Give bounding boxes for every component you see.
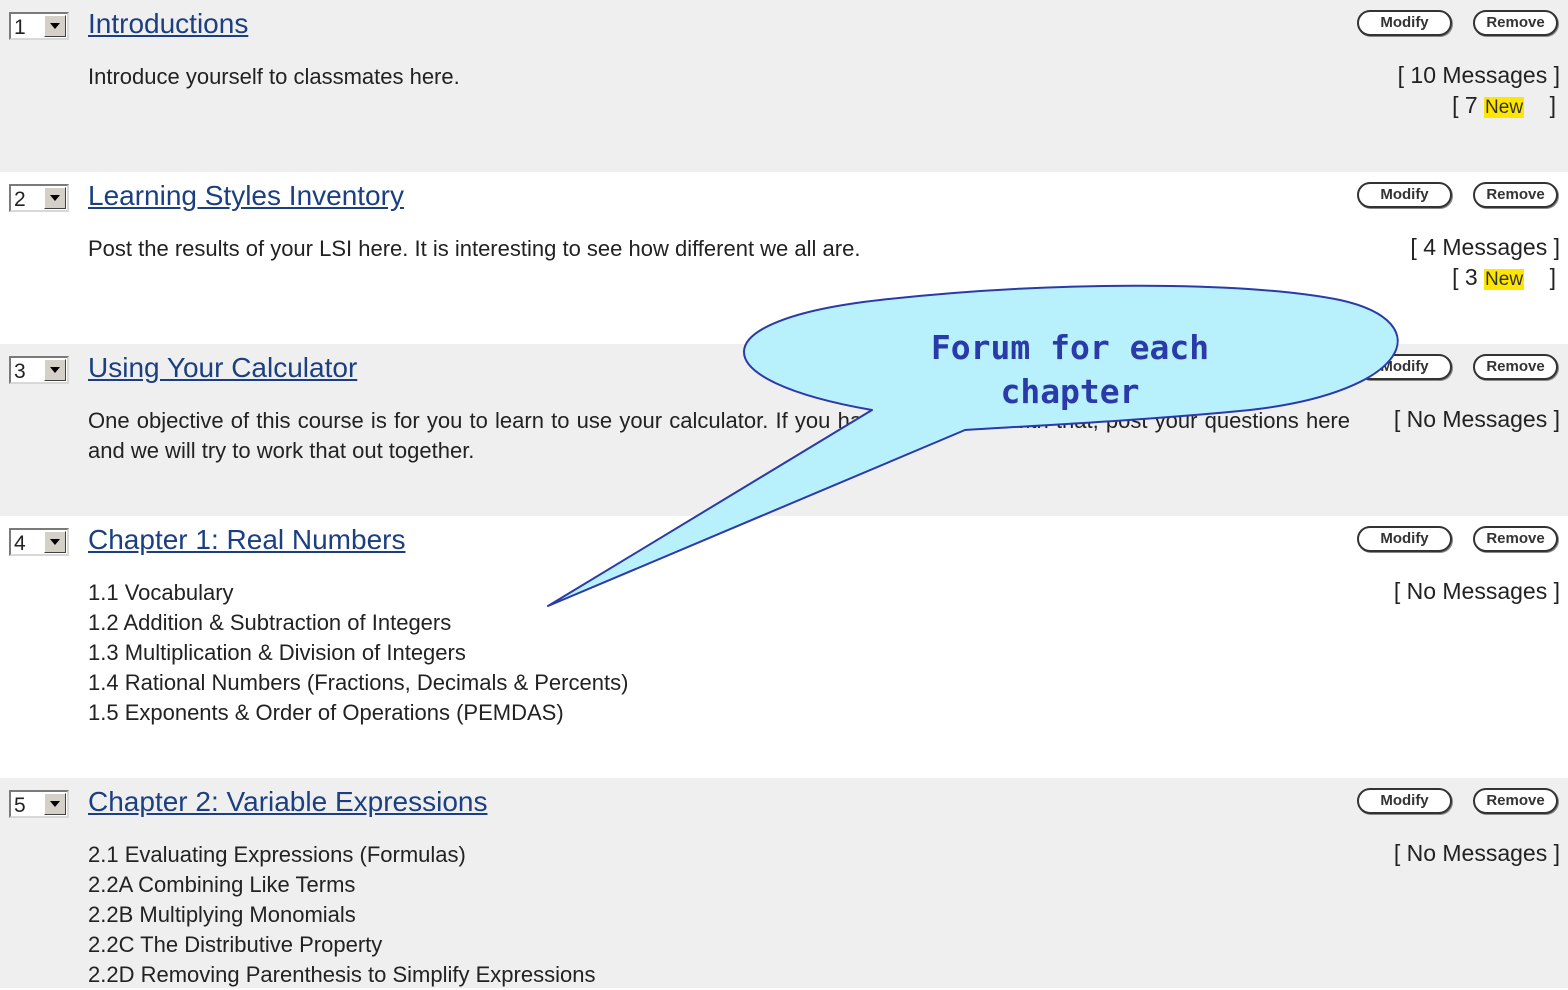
modify-button[interactable]: Modify bbox=[1357, 354, 1452, 380]
dropdown-arrow-icon[interactable] bbox=[44, 793, 66, 815]
forum-description: 2.1 Evaluating Expressions (Formulas) 2.… bbox=[88, 840, 1358, 990]
order-select[interactable]: 4 bbox=[9, 528, 69, 556]
order-select[interactable]: 5 bbox=[9, 790, 69, 818]
description-line: 1.2 Addition & Subtraction of Integers bbox=[88, 610, 452, 635]
modify-button[interactable]: Modify bbox=[1357, 182, 1452, 208]
description-line: 2.2C The Distributive Property bbox=[88, 932, 383, 957]
forum-row: 4 Chapter 1: Real Numbers 1.1 Vocabulary… bbox=[0, 516, 1568, 778]
new-badge: New bbox=[1484, 97, 1525, 118]
modify-button[interactable]: Modify bbox=[1357, 788, 1452, 814]
forum-title-link[interactable]: Learning Styles Inventory bbox=[88, 180, 404, 212]
forum-row: 2 Learning Styles Inventory Post the res… bbox=[0, 172, 1568, 344]
new-badge: New bbox=[1484, 269, 1525, 290]
message-count[interactable]: [ 4 Messages ] bbox=[1410, 234, 1560, 261]
new-count-suffix: ] bbox=[1524, 92, 1556, 118]
dropdown-arrow-icon[interactable] bbox=[44, 531, 66, 553]
dropdown-arrow-icon[interactable] bbox=[44, 187, 66, 209]
new-count-prefix: [ 7 bbox=[1452, 92, 1485, 118]
description-line: 2.1 Evaluating Expressions (Formulas) bbox=[88, 842, 466, 867]
description-line: 2.2B Multiplying Monomials bbox=[88, 902, 356, 927]
forum-title-link[interactable]: Introductions bbox=[88, 8, 248, 40]
description-line: Post the results of your LSI here. It is… bbox=[88, 236, 861, 261]
description-line: One objective of this course is for you … bbox=[88, 408, 1350, 463]
remove-button[interactable]: Remove bbox=[1473, 10, 1558, 36]
description-line: 1.1 Vocabulary bbox=[88, 580, 234, 605]
remove-button[interactable]: Remove bbox=[1473, 526, 1558, 552]
order-select[interactable]: 3 bbox=[9, 356, 69, 384]
message-count[interactable]: [ No Messages ] bbox=[1394, 578, 1560, 605]
callout-text: Forum for each chapter bbox=[900, 326, 1240, 414]
forum-row: 3 Using Your Calculator One objective of… bbox=[0, 344, 1568, 516]
forum-row: 5 Chapter 2: Variable Expressions 2.1 Ev… bbox=[0, 778, 1568, 988]
description-line: 1.3 Multiplication & Division of Integer… bbox=[88, 640, 466, 665]
order-value: 4 bbox=[14, 532, 26, 555]
description-line: 2.2D Removing Parenthesis to Simplify Ex… bbox=[88, 962, 596, 987]
new-count-prefix: [ 3 bbox=[1452, 264, 1485, 290]
new-count: [ 7 New ] bbox=[1452, 92, 1556, 119]
order-value: 5 bbox=[14, 794, 26, 817]
forum-title-link[interactable]: Chapter 1: Real Numbers bbox=[88, 524, 405, 556]
order-value: 2 bbox=[14, 188, 26, 211]
description-line: 2.2A Combining Like Terms bbox=[88, 872, 356, 897]
forum-description: 1.1 Vocabulary 1.2 Addition & Subtractio… bbox=[88, 578, 1358, 728]
callout-line: Forum for each bbox=[930, 328, 1210, 367]
new-count-suffix: ] bbox=[1524, 264, 1556, 290]
description-line: 1.4 Rational Numbers (Fractions, Decimal… bbox=[88, 670, 629, 695]
order-value: 1 bbox=[14, 16, 26, 39]
order-select[interactable]: 1 bbox=[9, 12, 69, 40]
message-count[interactable]: [ No Messages ] bbox=[1394, 406, 1560, 433]
forum-description: Post the results of your LSI here. It is… bbox=[88, 234, 1358, 264]
description-line: Introduce yourself to classmates here. bbox=[88, 64, 460, 89]
modify-button[interactable]: Modify bbox=[1357, 10, 1452, 36]
callout-line: chapter bbox=[1000, 372, 1140, 411]
modify-button[interactable]: Modify bbox=[1357, 526, 1452, 552]
dropdown-arrow-icon[interactable] bbox=[44, 359, 66, 381]
order-value: 3 bbox=[14, 360, 26, 383]
dropdown-arrow-icon[interactable] bbox=[44, 15, 66, 37]
forum-title-link[interactable]: Using Your Calculator bbox=[88, 352, 357, 384]
forum-row: 1 Introductions Introduce yourself to cl… bbox=[0, 0, 1568, 172]
remove-button[interactable]: Remove bbox=[1473, 788, 1558, 814]
message-count[interactable]: [ 10 Messages ] bbox=[1398, 62, 1560, 89]
forum-description: One objective of this course is for you … bbox=[88, 406, 1350, 466]
new-count: [ 3 New ] bbox=[1452, 264, 1556, 291]
remove-button[interactable]: Remove bbox=[1473, 182, 1558, 208]
forum-description: Introduce yourself to classmates here. bbox=[88, 62, 1358, 92]
message-count[interactable]: [ No Messages ] bbox=[1394, 840, 1560, 867]
forum-title-link[interactable]: Chapter 2: Variable Expressions bbox=[88, 786, 487, 818]
description-line: 1.5 Exponents & Order of Operations (PEM… bbox=[88, 700, 564, 725]
order-select[interactable]: 2 bbox=[9, 184, 69, 212]
remove-button[interactable]: Remove bbox=[1473, 354, 1558, 380]
